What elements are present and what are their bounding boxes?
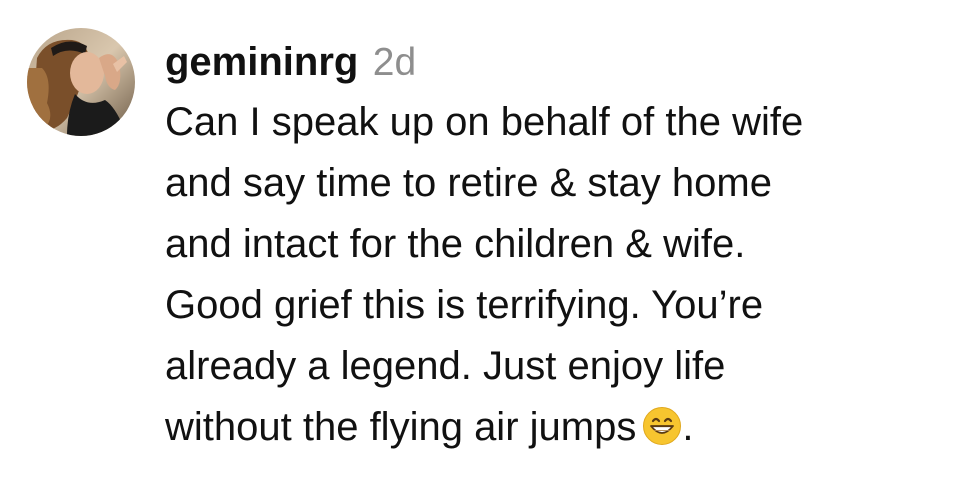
comment-text-line: and say time to retire & stay home	[165, 161, 772, 205]
comment-text: Can I speak up on behalf of the wife and…	[165, 92, 965, 458]
comment-text-line: and intact for the children & wife.	[165, 222, 746, 266]
comment-text-line: Can I speak up on behalf of the wife	[165, 100, 804, 144]
avatar-image	[27, 28, 135, 136]
comment-meta: gemininrg 2d	[165, 32, 965, 92]
comment-body: gemininrg 2d Can I speak up on behalf of…	[165, 32, 965, 458]
comment-text-line: Good grief this is terrifying. You’re	[165, 283, 764, 327]
username-link[interactable]: gemininrg	[165, 40, 358, 84]
timestamp[interactable]: 2d	[373, 41, 416, 84]
grinning-face-with-smiling-eyes-icon	[642, 406, 682, 446]
comment-text-end: .	[682, 405, 694, 449]
comment-text-line: already a legend. Just enjoy life	[165, 344, 726, 388]
comment: gemininrg 2d Can I speak up on behalf of…	[0, 0, 980, 479]
comment-text-line: without the flying air jumps	[165, 405, 637, 449]
comment-text-last-line: without the flying air jumps .	[165, 397, 965, 458]
avatar[interactable]	[27, 28, 135, 136]
